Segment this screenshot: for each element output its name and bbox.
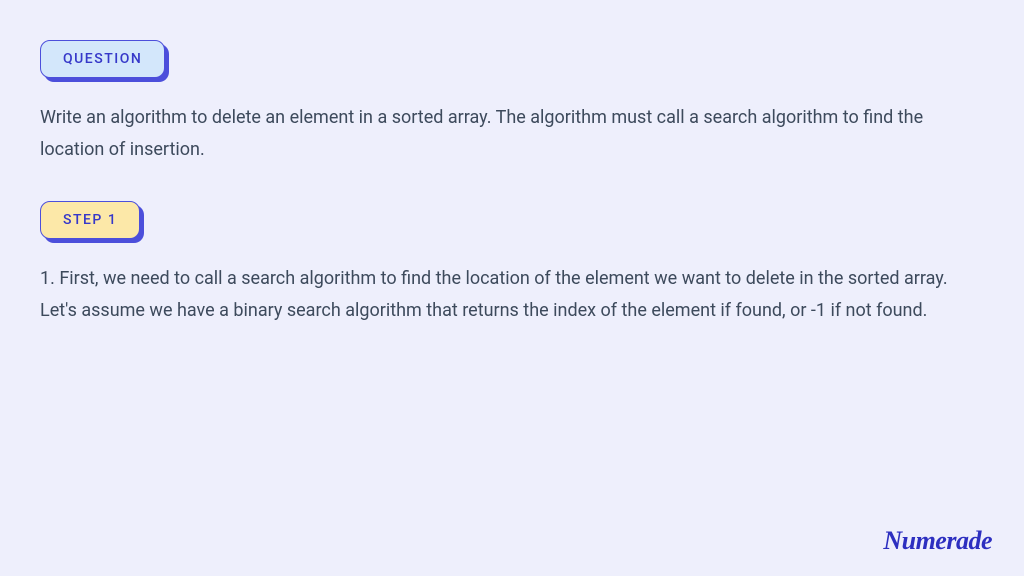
question-label: QUESTION: [40, 40, 165, 78]
step-label: STEP 1: [40, 201, 140, 239]
brand-logo: Numerade: [883, 526, 992, 556]
question-badge: QUESTION: [40, 40, 165, 78]
step-badge: STEP 1: [40, 201, 140, 239]
step-text: 1. First, we need to call a search algor…: [40, 263, 984, 326]
question-text: Write an algorithm to delete an element …: [40, 102, 984, 165]
